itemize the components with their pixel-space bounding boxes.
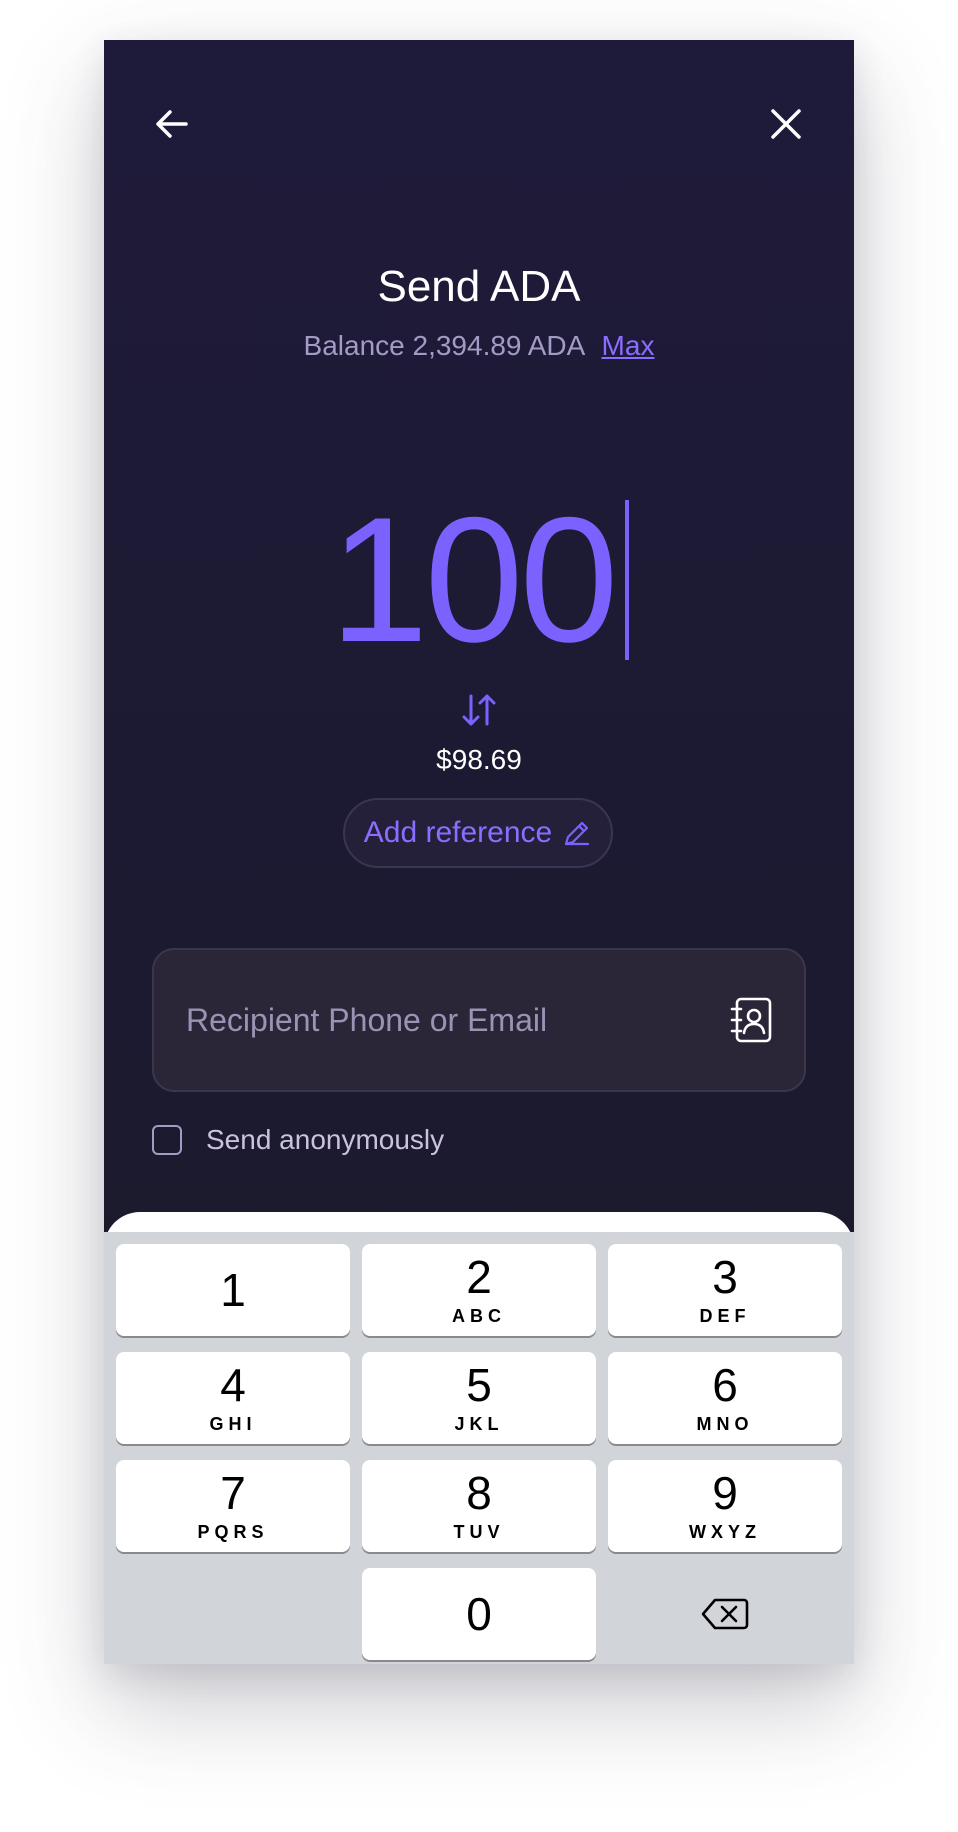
key-0[interactable]: 0: [362, 1568, 596, 1660]
key-2[interactable]: 2 ABC: [362, 1244, 596, 1336]
key-6[interactable]: 6 MNO: [608, 1352, 842, 1444]
key-letters: JKL: [454, 1413, 504, 1434]
send-anonymously-row: Send anonymously: [152, 1124, 444, 1156]
balance-text: Balance 2,394.89 ADA: [303, 330, 584, 361]
send-anonymously-checkbox[interactable]: [152, 1125, 182, 1155]
recipient-field[interactable]: [152, 948, 806, 1092]
fiat-equivalent: $98.69: [436, 744, 522, 775]
key-letters: DEF: [699, 1305, 751, 1326]
key-letters: TUV: [453, 1521, 505, 1542]
key-digit: 4: [220, 1358, 246, 1411]
max-link[interactable]: Max: [602, 330, 655, 361]
key-letters: MNO: [696, 1413, 754, 1434]
page-title: Send ADA: [377, 262, 581, 311]
key-letters: WXYZ: [689, 1521, 761, 1542]
key-digit: 1: [220, 1264, 246, 1316]
text-caret: [624, 500, 629, 660]
key-4[interactable]: 4 GHI: [116, 1352, 350, 1444]
contacts-book-icon[interactable]: [728, 996, 774, 1044]
key-3[interactable]: 3 DEF: [608, 1244, 842, 1336]
numeric-keypad: 1 2 ABC 3 DEF 4 GHI 5 JKL 6 MNO 7 PQRS 8…: [104, 1232, 854, 1664]
send-screen: Send ADA Balance 2,394.89 ADA Max 100 $9…: [104, 40, 854, 1664]
key-digit: 2: [466, 1250, 492, 1303]
amount-input[interactable]: 100: [104, 480, 854, 680]
key-letters: ABC: [452, 1305, 506, 1326]
key-letters: GHI: [209, 1413, 257, 1434]
amount-value: 100: [329, 480, 619, 679]
key-digit: 5: [466, 1358, 492, 1411]
send-anonymously-label: Send anonymously: [206, 1124, 445, 1155]
key-1[interactable]: 1: [116, 1244, 350, 1336]
arrow-left-icon: [156, 110, 188, 138]
key-digit: 9: [712, 1466, 738, 1519]
back-button[interactable]: [144, 96, 200, 152]
key-8[interactable]: 8 TUV: [362, 1460, 596, 1552]
balance-row: Balance 2,394.89 ADA Max: [104, 330, 854, 362]
key-letters: PQRS: [197, 1521, 269, 1542]
close-icon: [771, 109, 801, 139]
swap-vertical-icon[interactable]: [459, 690, 499, 730]
key-7[interactable]: 7 PQRS: [116, 1460, 350, 1552]
delete-key[interactable]: [608, 1568, 842, 1660]
key-digit: 6: [712, 1358, 738, 1411]
key-9[interactable]: 9 WXYZ: [608, 1460, 842, 1552]
key-5[interactable]: 5 JKL: [362, 1352, 596, 1444]
pencil-icon: [565, 821, 590, 846]
add-reference-button[interactable]: Add reference: [343, 798, 613, 868]
key-digit: 8: [466, 1466, 492, 1519]
recipient-input[interactable]: [184, 1000, 728, 1040]
backspace-icon: [701, 1598, 749, 1630]
key-digit: 0: [466, 1588, 492, 1640]
key-digit: 3: [712, 1250, 738, 1303]
close-button[interactable]: [758, 96, 814, 152]
key-digit: 7: [220, 1466, 246, 1519]
add-reference-label: Add reference: [363, 816, 553, 849]
